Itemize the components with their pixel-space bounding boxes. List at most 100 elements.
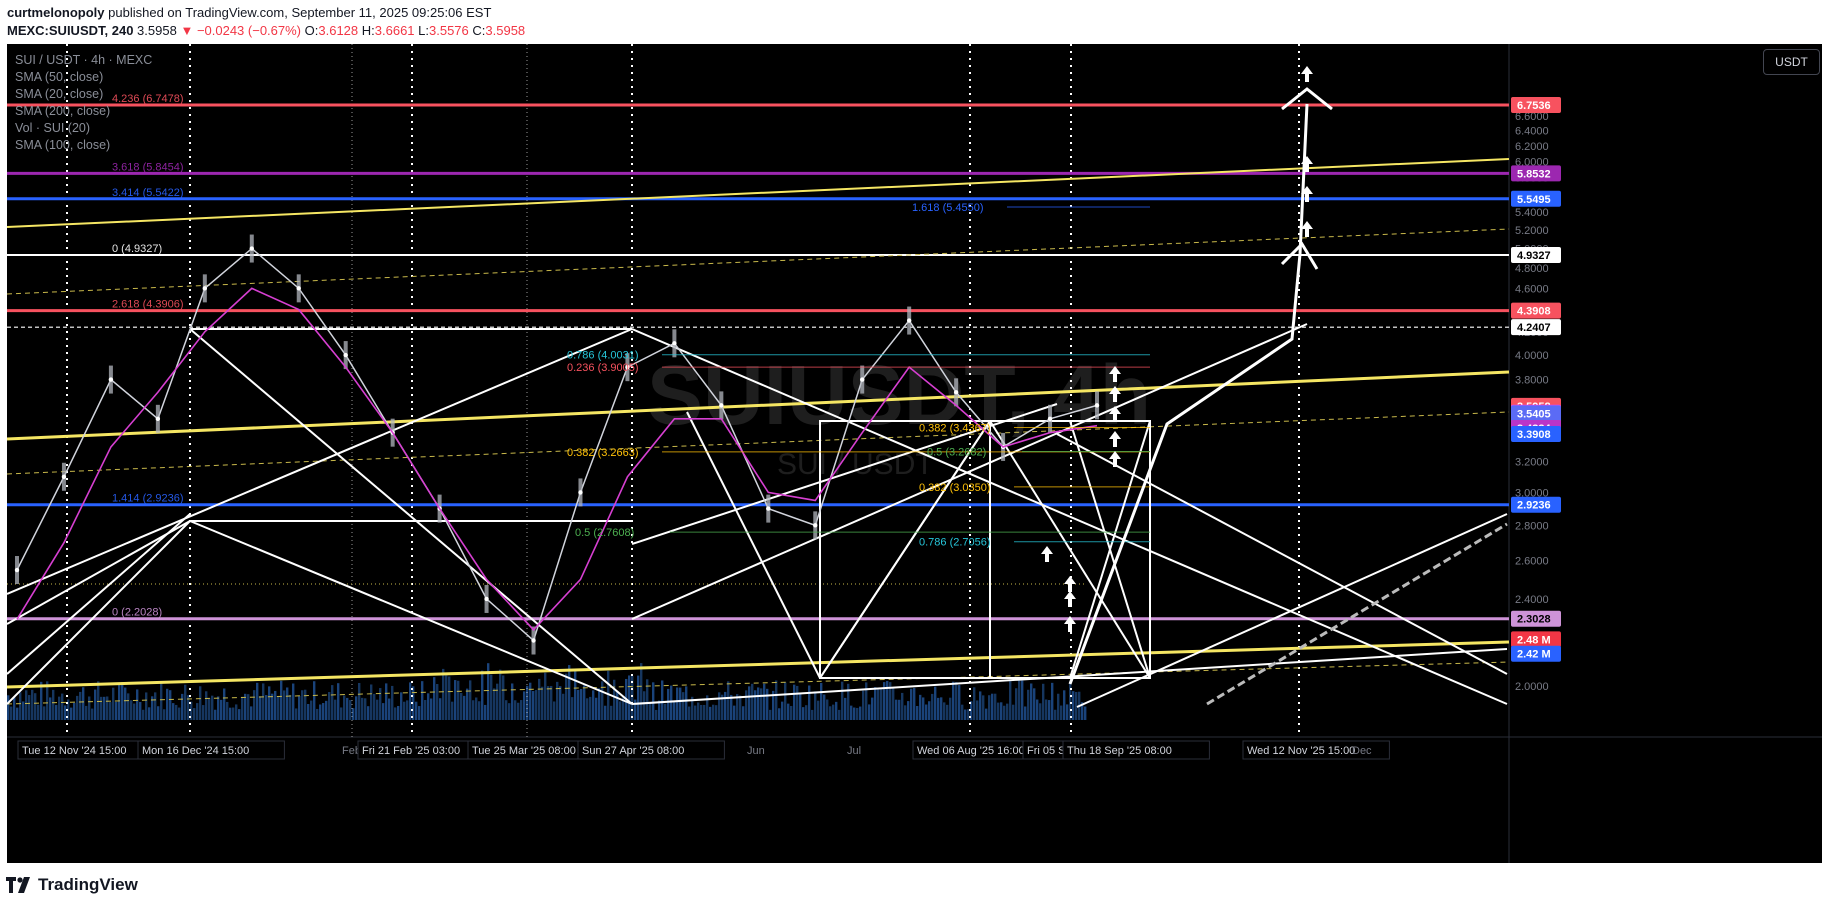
legend-item[interactable]: SMA (20, close) [15, 86, 152, 103]
volume-bar [82, 687, 85, 720]
price-tick-label: 4.8000 [1515, 263, 1549, 275]
legend-item[interactable]: Vol · SUI (20) [15, 120, 152, 137]
volume-bar [535, 690, 538, 720]
volume-bar [220, 699, 223, 720]
volume-bar [1084, 706, 1087, 720]
price-tick-label: 3.8000 [1515, 375, 1549, 387]
volume-bar [250, 706, 253, 720]
volume-bar [1015, 688, 1018, 720]
fib-label: 1.618 (5.4550) [912, 202, 984, 214]
arrow-marker-icon [1064, 576, 1076, 592]
volume-bar [559, 686, 562, 720]
volume-bar [664, 703, 667, 720]
fib-label: 0.382 (3.0350) [919, 482, 991, 494]
price-point [719, 403, 724, 408]
volume-bar [787, 703, 790, 720]
volume-bar [913, 687, 916, 720]
fib-label: 0.786 (2.7056) [919, 537, 991, 549]
volume-bar [232, 707, 235, 720]
volume-bar [505, 700, 508, 720]
volume-bar [961, 704, 964, 720]
volume-bar [754, 690, 757, 720]
volume-bar [898, 699, 901, 720]
volume-bar [895, 699, 898, 720]
price-tag-label: 4.9327 [1517, 250, 1551, 262]
volume-bar [841, 681, 844, 720]
volume-bar [910, 688, 913, 720]
volume-bar [391, 685, 394, 720]
volume-bar [823, 694, 826, 720]
volume-bar [994, 693, 997, 720]
volume-bar [469, 680, 472, 720]
volume-bar [481, 670, 484, 720]
tradingview-logo[interactable]: TradingView [6, 875, 138, 895]
price-tick-label: 5.4000 [1515, 207, 1549, 219]
volume-bar [262, 683, 265, 720]
legend-item[interactable]: SMA (100, close) [15, 137, 152, 154]
volume-bar [529, 682, 532, 720]
arrow-marker-icon [1041, 546, 1053, 562]
volume-bar [457, 680, 460, 720]
volume-bar [472, 700, 475, 720]
low-label: L: [418, 23, 429, 38]
volume-bar [679, 687, 682, 720]
volume-bar [1066, 704, 1069, 720]
volume-bar [646, 679, 649, 720]
volume-bar [328, 692, 331, 720]
volume-bar [1027, 689, 1030, 720]
volume-bar [133, 703, 136, 720]
volume-bar [598, 688, 601, 720]
volume-bar [604, 705, 607, 720]
volume-bar [1018, 680, 1021, 720]
author-name[interactable]: curtmelonopoly [7, 5, 105, 20]
price-tag-label: 2.3028 [1517, 614, 1551, 626]
volume-bar [304, 689, 307, 720]
volume-bar [922, 697, 925, 720]
volume-bar [184, 684, 187, 720]
volume-bar [370, 684, 373, 720]
volume-bar [13, 696, 16, 720]
volume-bar [73, 702, 76, 720]
trend-line [6, 328, 633, 595]
volume-bar [985, 708, 988, 720]
volume-bar [139, 701, 142, 720]
volume-bar [148, 707, 151, 720]
volume-bar [670, 685, 673, 720]
volume-bar [709, 706, 712, 720]
volume-bar [685, 686, 688, 720]
volume-bar [928, 701, 931, 720]
ohlc-line: MEXC:SUIUSDT, 240 3.5958 ▼ −0.0243 (−0.6… [7, 23, 525, 38]
currency-button[interactable]: USDT [1763, 49, 1820, 75]
volume-bar [1042, 683, 1045, 720]
volume-bar [181, 693, 184, 720]
volume-bar [292, 683, 295, 720]
volume-bar [43, 706, 46, 720]
volume-bar [403, 701, 406, 720]
volume-bar [49, 697, 52, 720]
volume-bar [532, 691, 535, 720]
legend-item[interactable]: SMA (50, close) [15, 69, 152, 86]
chart-area[interactable]: SUIUSDT, 4h SUI / USDT 4.236 (6.7478) 3.6… [6, 44, 1822, 863]
time-tick-label: Jul [847, 745, 861, 757]
volume-bar [85, 705, 88, 720]
volume-bar [832, 704, 835, 720]
volume-bar [310, 700, 313, 720]
volume-bar [382, 703, 385, 720]
volume-bar [40, 681, 43, 720]
volume-bar [106, 696, 109, 720]
legend-item[interactable]: SMA (200, close) [15, 103, 152, 120]
volume-bar [700, 705, 703, 720]
volume-bar [367, 706, 370, 720]
volume-bar [940, 697, 943, 720]
volume-bar [7, 695, 10, 720]
volume-bar [703, 704, 706, 720]
volume-bar [817, 700, 820, 720]
volume-bar [1003, 705, 1006, 720]
open-value: 3.6128 [318, 23, 359, 38]
volume-bar [277, 696, 280, 720]
volume-bar [154, 692, 157, 720]
chart-svg[interactable]: SUIUSDT, 4h SUI / USDT 4.236 (6.7478)3.6… [6, 44, 1822, 863]
volume-bar [640, 663, 643, 720]
price-tick-label: 4.6000 [1515, 283, 1549, 295]
volume-bar [442, 668, 445, 720]
